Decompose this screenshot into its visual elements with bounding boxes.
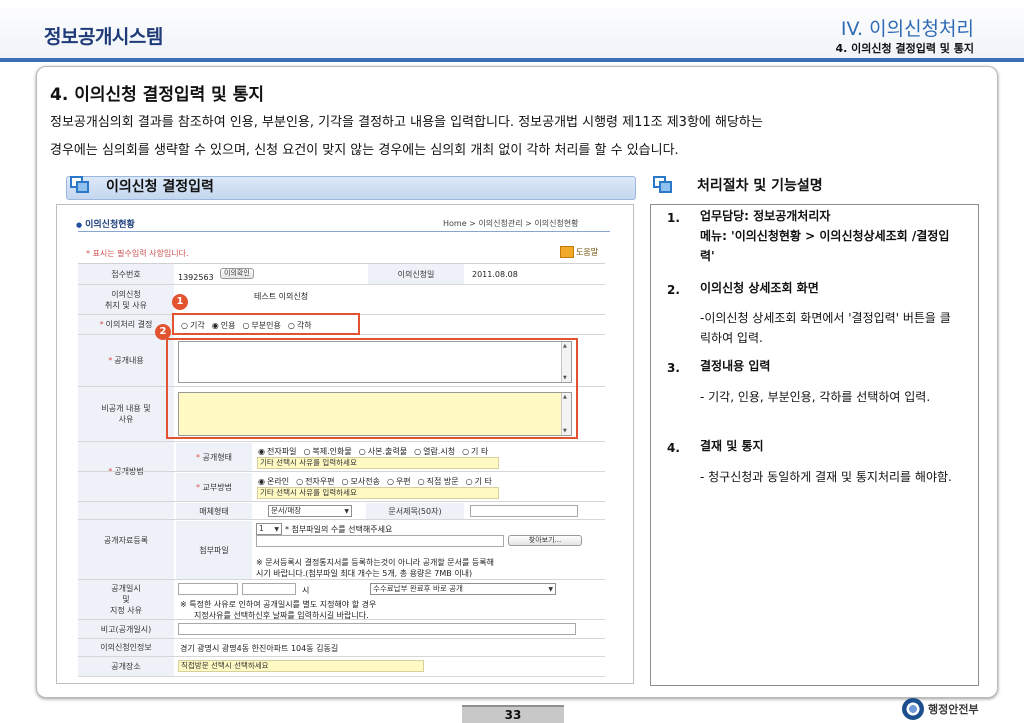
radio-copy-print[interactable]: 복제.인화물 <box>303 446 351 457</box>
step-3-title: 결정내용 입력 <box>700 359 771 373</box>
step-4-number: 4. <box>667 441 680 455</box>
hour-label: 시 <box>302 586 310 595</box>
medium-label: 매체형태 <box>176 503 252 520</box>
radio-delivery-etc[interactable]: 기 타 <box>466 476 492 487</box>
delivery-label-text: 교부방법 <box>202 482 232 492</box>
highlight-result <box>172 313 360 335</box>
delivery-radio-group: 온라인 전자우편 모사전송 우편 직접 방문 기 타 <box>258 476 492 487</box>
ministry-logo: 행정안전부 <box>902 697 979 721</box>
step-2-number: 2. <box>667 283 680 297</box>
section-title: IV. 이의신청처리 <box>840 18 974 40</box>
applicant-row <box>78 639 605 657</box>
attach-note-1: ※ 문서등록시 결정통지서를 등록하는것이 아니라 공개할 문서를 등록해 <box>256 558 494 567</box>
doc-title-input[interactable] <box>470 505 578 517</box>
step-2-body: -이의신청 상세조회 화면에서 '결정입력' 버튼을 클릭하여 입력. <box>700 311 951 345</box>
form-type-label-text: 공개형태 <box>202 452 232 462</box>
highlight-content <box>166 338 578 439</box>
breadcrumb: Home > 이의신청관리 > 이의신청현황 <box>443 219 579 228</box>
radio-view[interactable]: 열람.시청 <box>414 446 455 457</box>
step-4-body: - 청구신청과 동일하게 결재 및 통지처리를 해야함. <box>700 470 952 484</box>
step-3-body: - 기각, 인용, 부분인용, 각하를 선택하여 입력. <box>700 390 931 404</box>
receipt-no: 1392563 <box>178 273 214 282</box>
file-path-input[interactable] <box>256 535 504 547</box>
header-divider <box>0 58 1024 62</box>
gift-icon <box>560 246 574 258</box>
description-line-2: 경우에는 심의회를 생략할 수 있으며, 신청 요건이 맞지 않는 경우에는 심… <box>50 143 679 158</box>
step-4-title: 결재 및 통지 <box>700 439 764 453</box>
attach-count-select[interactable]: 1 <box>256 523 282 535</box>
schedule-hour-input[interactable] <box>242 583 296 595</box>
attach-label: 첨부파일 <box>176 521 252 580</box>
breadcrumb-divider <box>78 231 610 232</box>
radio-online[interactable]: 온라인 <box>258 476 289 487</box>
radio-visit[interactable]: 직접 방문 <box>418 476 459 487</box>
attach-note-2: 시기 바랍니다.(첨부파일 최대 개수는 5개, 총 용량은 7MB 이내) <box>256 569 473 578</box>
ministry-name: 행정안전부 <box>928 703 979 716</box>
appeal-date-label: 이의신청일 <box>368 264 464 285</box>
required-note: * 표시는 필수입력 사항입니다. <box>86 249 189 258</box>
schedule-date-input[interactable] <box>178 583 238 595</box>
schedule-select[interactable]: 수수료납부 완료후 바로 공개 <box>370 583 556 595</box>
window-icon <box>70 176 90 194</box>
right-panel-title: 처리절차 및 기능설명 <box>697 178 823 194</box>
form-type-label: * 공개형태 <box>176 443 252 472</box>
medium-select[interactable]: 문서/매장 <box>268 505 352 517</box>
section-subtitle: 4. 이의신청 결정입력 및 통지 <box>835 42 974 55</box>
form-type-etc-input[interactable]: 기타 선택시 사유를 입력하세요 <box>257 457 499 469</box>
radio-mail[interactable]: 우편 <box>387 476 411 487</box>
ministry-seal-icon <box>902 698 924 720</box>
left-panel-title: 이의신청 결정입력 <box>106 179 214 195</box>
step-1-title: 업무담당: 정보공개처리자 메뉴: '이의신청현황 > 이의신청상세조회 /결정… <box>700 209 950 263</box>
page-heading: 4. 이의신청 결정입력 및 통지 <box>50 85 265 105</box>
schedule-note-1: ※ 특정한 사유로 인하여 공개일시를 별도 지정해야 할 경우 <box>180 600 377 609</box>
badge-2: 2 <box>155 324 171 340</box>
reason-row <box>78 285 605 315</box>
step-1-number: 1. <box>667 211 680 225</box>
receipt-row <box>78 263 605 285</box>
form-page-title: 이의신청현황 <box>76 217 135 230</box>
place-input[interactable]: 직접방문 선택시 선택하세요 <box>178 660 424 672</box>
delivery-etc-input[interactable]: 기타 선택시 사유를 입력하세요 <box>257 487 499 499</box>
doc-title-label: 문서제목(50자) <box>366 503 464 520</box>
help-button[interactable]: 도움말 <box>560 246 598 258</box>
help-label: 도움말 <box>576 247 599 257</box>
page-number: 33 <box>462 705 564 723</box>
step-2-title: 이의신청 상세조회 화면 <box>700 281 819 295</box>
appeal-date: 2011.08.08 <box>472 270 518 279</box>
browse-button[interactable]: 찾아보기... <box>508 535 582 546</box>
applicant-value: 경기 광명시 광명4동 한진아파트 104동 김동길 <box>180 644 339 653</box>
radio-etc[interactable]: 기 타 <box>462 446 488 457</box>
confirm-appeal-button[interactable]: 이의확인 <box>220 268 254 279</box>
reason-value: 테스트 이의신청 <box>254 292 309 301</box>
radio-fax[interactable]: 모사전송 <box>342 476 380 487</box>
window-icon <box>653 176 673 194</box>
badge-1: 1 <box>172 294 188 310</box>
step-3-number: 3. <box>667 361 680 375</box>
radio-copy-output[interactable]: 사본.출력물 <box>359 446 407 457</box>
description-line-1: 정보공개심의회 결과를 참조하여 인용, 부분인용, 기각을 결정하고 내용을 … <box>50 115 763 130</box>
remark-input[interactable] <box>178 623 576 635</box>
radio-email[interactable]: 전자우편 <box>296 476 334 487</box>
delivery-label: * 교부방법 <box>176 473 252 502</box>
radio-electronic-file[interactable]: 전자파일 <box>258 446 296 457</box>
attach-hint: * 첨부파일의 수를 선택해주세요 <box>285 525 393 534</box>
app-title: 정보공개시스템 <box>44 26 163 48</box>
form-type-radio-group: 전자파일 복제.인화물 사본.출력물 열람.시청 기 타 <box>258 446 488 457</box>
